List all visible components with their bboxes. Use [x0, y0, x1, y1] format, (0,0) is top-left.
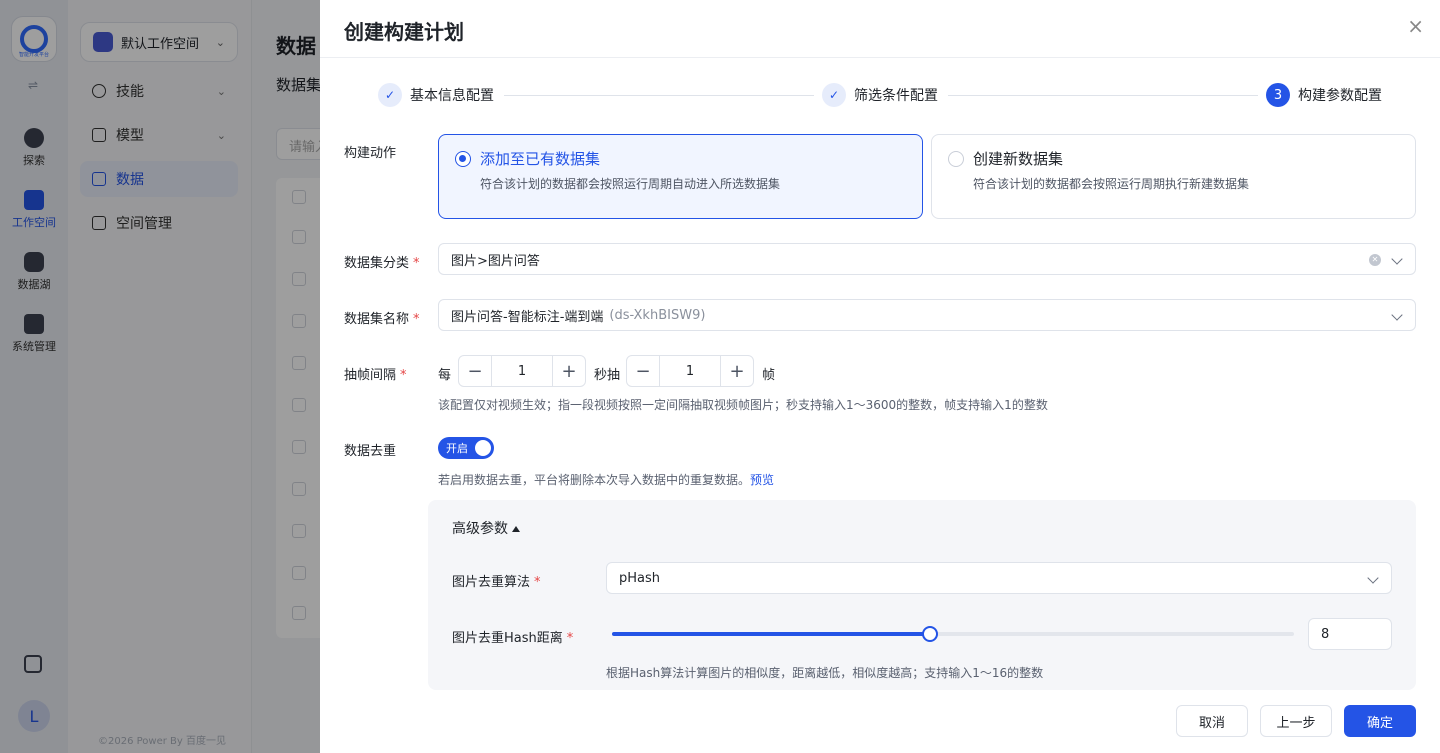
toggle-knob	[475, 440, 491, 456]
build-action-label: 构建动作	[344, 142, 396, 161]
chevron-down-icon	[1367, 572, 1379, 584]
slider-fill	[612, 632, 931, 636]
label-text: 构建动作	[344, 146, 397, 161]
confirm-button[interactable]: 确定	[1344, 705, 1416, 737]
chevron-down-icon	[1391, 253, 1403, 265]
required-mark: *	[413, 256, 420, 271]
option-title: 创建新数据集	[973, 150, 1064, 168]
check-icon: ✓	[822, 83, 846, 107]
hash-distance-input[interactable]: 8	[1308, 618, 1392, 650]
option-add-existing-dataset[interactable]: 添加至已有数据集 符合该计划的数据都会按照运行周期自动进入所选数据集	[438, 134, 923, 219]
dedup-toggle[interactable]: 开启	[438, 437, 494, 459]
drawer-title: 创建构建计划	[344, 20, 464, 44]
steps-bar: ✓ 基本信息配置 ✓ 筛选条件配置 3 构建参数配置	[58, 83, 1382, 107]
option-title: 添加至已有数据集	[480, 150, 601, 168]
frames-stepper[interactable]: − 1 +	[626, 355, 754, 387]
advanced-params-toggle[interactable]: 高级参数	[452, 518, 520, 538]
check-icon: ✓	[378, 83, 402, 107]
advanced-title: 高级参数	[452, 521, 508, 537]
frames-value[interactable]: 1	[659, 356, 721, 386]
decrement-button[interactable]: −	[459, 356, 491, 386]
step-connector	[504, 95, 814, 96]
step-label: 筛选条件配置	[854, 88, 938, 104]
step-build-params: 3 构建参数配置	[1266, 83, 1382, 107]
option-description: 符合该计划的数据都会按照运行周期自动进入所选数据集	[480, 177, 781, 191]
select-value: pHash	[619, 570, 661, 586]
label-text: 图片去重算法	[452, 575, 531, 590]
step-connector	[948, 95, 1258, 96]
dataset-category-label: 数据集分类 *	[344, 252, 420, 271]
label-text: 抽帧间隔	[344, 368, 397, 383]
hash-distance-hint: 根据Hash算法计算图片的相似度，距离越低，相似度越高；支持输入1～16的整数	[606, 666, 1044, 680]
step-label: 基本信息配置	[410, 88, 494, 104]
cancel-button[interactable]: 取消	[1176, 705, 1248, 737]
dataset-name-label: 数据集名称 *	[344, 308, 420, 327]
select-value: 图片>图片问答	[451, 253, 540, 269]
hash-distance-slider[interactable]	[612, 626, 1294, 642]
step-filter-conditions: ✓ 筛选条件配置	[822, 83, 938, 107]
option-create-new-dataset[interactable]: 创建新数据集 符合该计划的数据都会按照运行周期执行新建数据集	[931, 134, 1416, 219]
step-label: 构建参数配置	[1298, 88, 1382, 104]
option-description: 符合该计划的数据都会按照运行周期执行新建数据集	[973, 177, 1250, 191]
slider-thumb[interactable]	[922, 626, 939, 642]
label-text: 数据集分类	[344, 256, 410, 271]
hash-distance-label: 图片去重Hash距离 *	[452, 627, 573, 646]
interval-suffix: 帧	[762, 368, 776, 383]
label-text: 图片去重Hash距离	[452, 631, 563, 646]
frame-interval-label: 抽帧间隔 *	[344, 364, 407, 383]
required-mark: *	[413, 312, 420, 327]
seconds-value[interactable]: 1	[491, 356, 553, 386]
advanced-params-panel: 高级参数	[428, 500, 1416, 690]
required-mark: *	[400, 368, 407, 383]
increment-button[interactable]: +	[553, 356, 585, 386]
hash-algo-select[interactable]: pHash	[606, 562, 1392, 594]
hint-text: 若启用数据去重，平台将删除本次导入数据中的重复数据。	[438, 473, 751, 487]
toggle-text: 开启	[446, 442, 468, 455]
decrement-button[interactable]: −	[627, 356, 659, 386]
previous-step-button[interactable]: 上一步	[1260, 705, 1332, 737]
radio-unchecked[interactable]	[948, 150, 964, 167]
step-basic-info: ✓ 基本信息配置	[378, 83, 494, 107]
close-icon[interactable]: ×	[1407, 16, 1424, 36]
seconds-stepper[interactable]: − 1 +	[458, 355, 586, 387]
required-mark: *	[566, 631, 574, 646]
chevron-down-icon	[1391, 309, 1403, 321]
hash-algo-label: 图片去重算法 *	[452, 571, 541, 590]
dataset-name-select[interactable]: 图片问答-智能标注-端到端 (ds-XkhBISW9)	[438, 299, 1416, 331]
interval-prefix: 每	[438, 368, 452, 383]
frame-interval-hint: 该配置仅对视频生效；指一段视频按照一定间隔抽取视频帧图片；秒支持输入1～3600…	[438, 398, 1048, 412]
dedup-label: 数据去重	[344, 440, 396, 459]
step-number: 3	[1266, 83, 1290, 107]
radio-checked[interactable]	[455, 150, 471, 167]
drawer-header: 创建构建计划 ×	[320, 0, 1440, 58]
clear-icon[interactable]: ✕	[1369, 254, 1381, 266]
label-text: 数据集名称	[344, 312, 410, 327]
dedup-hint: 若启用数据去重，平台将删除本次导入数据中的重复数据。预览	[438, 471, 774, 488]
required-mark: *	[534, 575, 541, 590]
dataset-category-select[interactable]: 图片>图片问答 ✕	[438, 243, 1416, 275]
select-value: 图片问答-智能标注-端到端	[451, 309, 604, 325]
caret-up-icon	[512, 526, 520, 532]
label-text: 数据去重	[344, 444, 397, 459]
dataset-id: (ds-XkhBISW9)	[609, 307, 706, 323]
increment-button[interactable]: +	[721, 356, 753, 386]
preview-link[interactable]: 预览	[750, 473, 774, 487]
interval-middle: 秒抽	[594, 368, 621, 383]
